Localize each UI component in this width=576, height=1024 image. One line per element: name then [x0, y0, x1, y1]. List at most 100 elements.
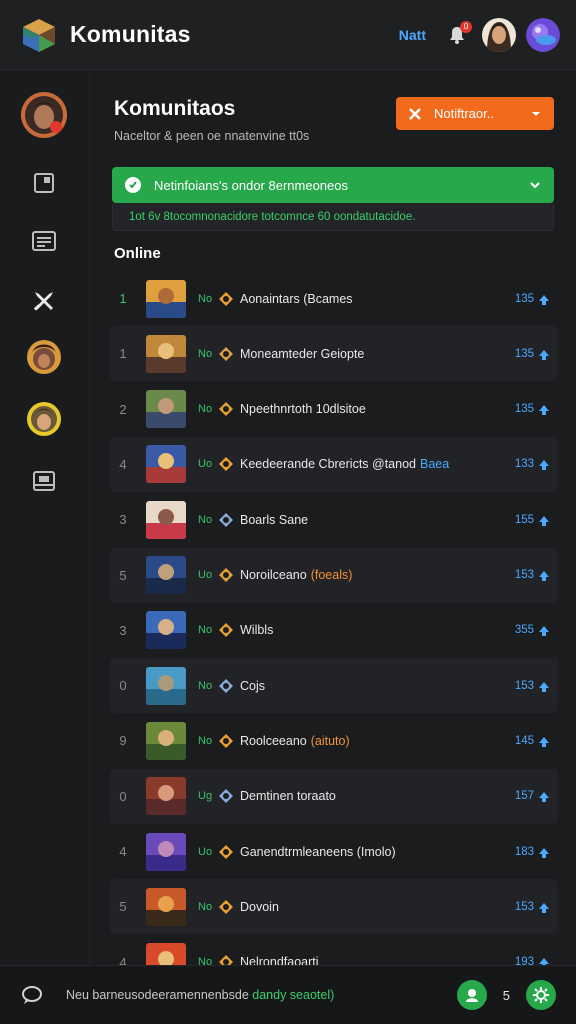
page-subtitle: Naceltor & peen oe nnatenvine tt0s	[114, 129, 310, 143]
list-item-name: Demtinen toraato	[240, 789, 336, 803]
list-item-thumbnail	[146, 390, 186, 429]
sidebar-item-feed[interactable]	[22, 219, 66, 263]
top-nav-link[interactable]: Natt	[399, 27, 426, 43]
online-friends-button[interactable]	[456, 980, 487, 1010]
notification-banner-detail: 1ot 6v 8tocomnonacidore totcomnce 60 oon…	[112, 203, 554, 231]
list-item-rank: 0	[119, 788, 127, 804]
list-item-rank: 0	[119, 678, 127, 694]
game-avatar[interactable]	[526, 17, 560, 52]
list-item-rank: 5	[119, 567, 127, 583]
bottom-bar: Neu barneusodeeramennenbsde dandy seaote…	[0, 965, 576, 1024]
notification-banner[interactable]: Netinfoians's ondor 8ernmeoneos	[112, 167, 554, 203]
list-item[interactable]: 3 No Wilbls 355	[110, 603, 558, 658]
sidebar-profile-avatar[interactable]	[20, 91, 68, 139]
list-item-name: Cojs	[240, 679, 265, 693]
list-item[interactable]: 4 Uo Ganendtrmleaneens (Imolo) 183	[110, 824, 558, 879]
list-item-count: 183	[514, 845, 534, 858]
sidebar-item-community[interactable]	[22, 279, 66, 323]
list-item-count: 155	[514, 513, 534, 526]
list-item-tag: Baea	[420, 457, 450, 472]
list-item-thumbnail	[146, 556, 186, 594]
list-item-count: 157	[514, 790, 534, 803]
list-item[interactable]: 5 Uo Noroilceano (foeals) 153	[110, 547, 558, 603]
list-item[interactable]: 5 No Dovoin 153	[110, 879, 558, 935]
list-item[interactable]: 2 No Npeethnrtoth 10dlsitoe 135	[110, 382, 558, 437]
bottom-status-main: Neu barneusodeeramennenbsde	[66, 988, 249, 1002]
page-title: Komunitaos	[114, 97, 236, 120]
list-item-rank: 4	[119, 844, 127, 859]
gear-icon	[533, 987, 549, 1003]
chat-icon[interactable]	[20, 983, 44, 1007]
rank-badge-icon	[218, 622, 234, 638]
list-item[interactable]: 0 No Cojs 153	[110, 658, 558, 714]
arrow-up-icon	[538, 735, 550, 747]
list-item[interactable]: 1 No Moneamteder Geiopte 135	[110, 326, 558, 382]
arrow-up-icon	[538, 403, 550, 416]
list-item-count: 135	[514, 403, 534, 416]
notification-bell-button[interactable]: 0	[442, 20, 472, 50]
list-icon	[32, 231, 56, 251]
arrow-up-icon	[538, 458, 550, 471]
list-item[interactable]: 4 Uo Keedeerande Cbrericts @tanod Baea 133	[110, 436, 558, 492]
notification-button[interactable]: Notiftraor..	[396, 97, 554, 130]
list-item-title: Demtinen toraato	[240, 789, 336, 804]
arrow-up-icon	[538, 293, 550, 305]
list-item[interactable]: 9 No Roolceeano (aituto) 145	[110, 713, 558, 768]
sidebar-item-store[interactable]	[22, 459, 66, 503]
document-icon	[34, 173, 54, 193]
list-item-title: Dovoin	[240, 899, 279, 914]
list-item-rank: 2	[119, 401, 127, 417]
bottom-status-highlight: dandy seaotel)	[252, 988, 335, 1002]
rank-badge-icon	[218, 512, 234, 528]
list-item-count: 135	[514, 292, 534, 305]
list-item-name: Ganendtrmleaneens (Imolo)	[240, 845, 396, 859]
settings-button[interactable]	[526, 980, 556, 1010]
list-item-name: Wilbls	[240, 623, 273, 637]
list-item-thumbnail	[146, 611, 186, 650]
list-item-level: Ug	[198, 790, 213, 803]
list-item-thumbnail	[146, 500, 186, 539]
top-bar: Komunitas Natt 0	[0, 0, 576, 70]
list-item-thumbnail	[146, 334, 186, 373]
list-item-title: Moneamteder Geiopte	[240, 346, 365, 361]
list-item-thumbnail	[146, 279, 186, 318]
list-item-rank: 9	[119, 733, 127, 749]
rank-badge-icon	[218, 788, 234, 804]
arrow-up-icon	[538, 569, 550, 581]
list-item-title: Wilbls	[240, 623, 274, 638]
sidebar-friend-avatar-1[interactable]	[22, 335, 66, 379]
rank-badge-icon	[218, 678, 234, 694]
sidebar-friend-avatar-2[interactable]	[22, 397, 66, 441]
arrow-up-icon	[538, 680, 550, 692]
user-avatar[interactable]	[482, 17, 516, 52]
rank-badge-icon	[218, 456, 234, 472]
list-item-count: 145	[514, 734, 534, 747]
list-item-level: Uo	[198, 458, 213, 471]
list-item-thumbnail	[146, 832, 186, 871]
list-item-level: No	[198, 513, 213, 526]
list-item-level: No	[198, 347, 213, 360]
sidebar-item-posts[interactable]	[22, 161, 66, 205]
list-item-name: Aonaintars (Bcames	[240, 292, 353, 306]
chevron-down-icon	[530, 182, 540, 189]
list-item-level: No	[198, 292, 213, 305]
list-item-level: Uo	[198, 845, 213, 858]
list-item-count: 153	[514, 900, 534, 913]
rank-badge-icon	[218, 401, 234, 417]
list-item[interactable]: 1 No Aonaintars (Bcames 135	[110, 271, 558, 326]
crossed-swords-icon	[33, 292, 53, 311]
chat-bubble-icon	[125, 177, 141, 193]
list-item[interactable]: 0 Ug Demtinen toraato 157	[110, 768, 558, 824]
list-item-rank: 3	[119, 512, 127, 528]
list-item-level: No	[198, 624, 213, 637]
notification-badge: 0	[460, 20, 472, 33]
arrow-up-icon	[538, 514, 550, 526]
list-item-name: Noroilceano (foeals)	[240, 568, 352, 582]
notification-button-label: Notiftraor..	[434, 106, 494, 121]
rank-badge-icon	[218, 291, 234, 307]
list-item[interactable]: 3 No Boarls Sane 155	[110, 492, 558, 547]
list-item-title: Cojs	[240, 678, 266, 693]
rank-badge-icon	[218, 899, 234, 915]
notification-banner-label: Netinfoians's ondor 8ernmeoneos	[154, 177, 348, 193]
app-title: Komunitas	[70, 21, 191, 47]
